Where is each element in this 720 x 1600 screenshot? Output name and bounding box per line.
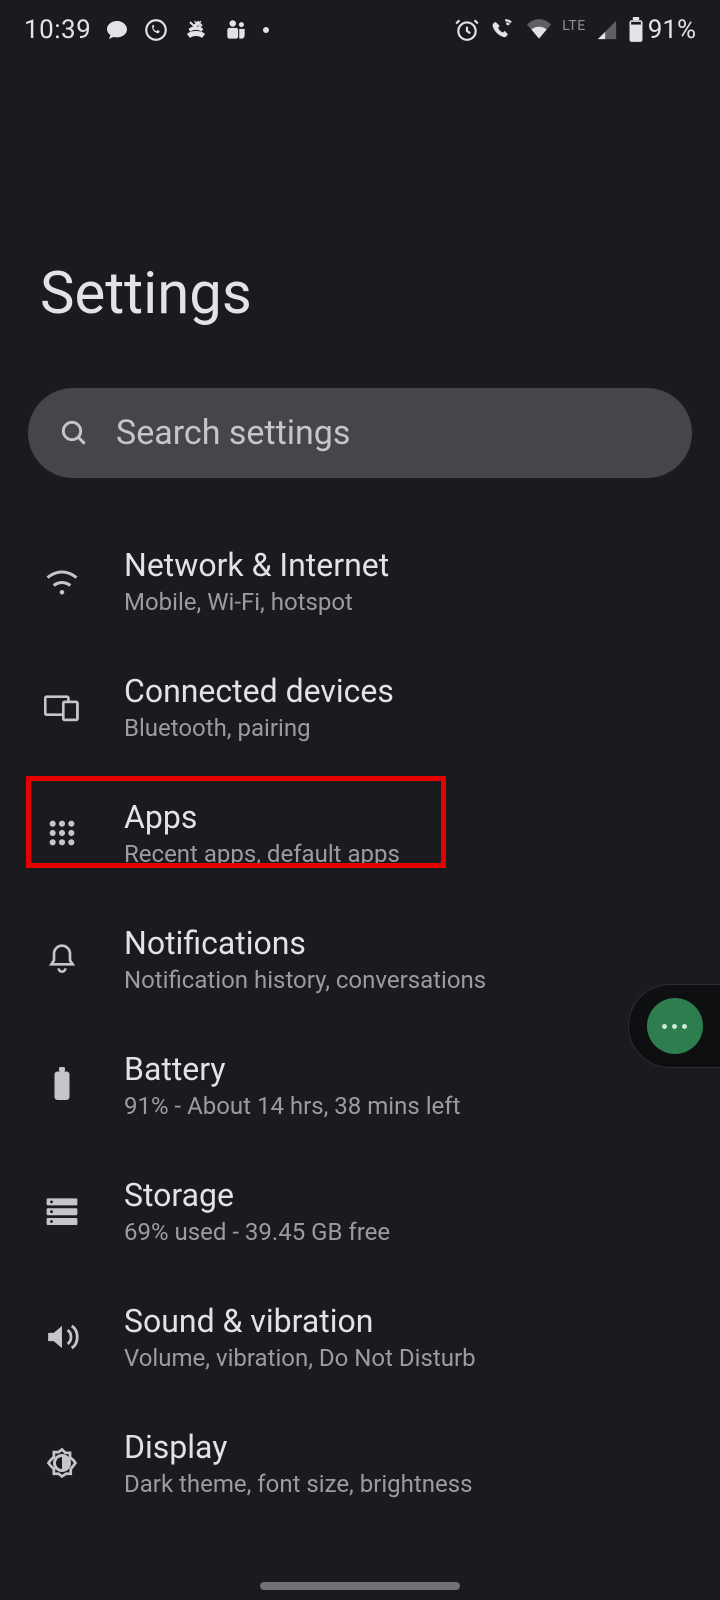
volume-icon	[40, 1321, 84, 1353]
settings-item-apps[interactable]: Apps Recent apps, default apps	[0, 770, 720, 896]
whatsapp-icon	[143, 17, 169, 43]
network-type-label: LTE	[562, 18, 585, 34]
settings-item-network[interactable]: Network & Internet Mobile, Wi-Fi, hotspo…	[0, 518, 720, 644]
battery-icon	[628, 17, 644, 43]
more-icon	[647, 998, 703, 1054]
item-subtitle: Recent apps, default apps	[124, 840, 692, 868]
item-subtitle: Mobile, Wi-Fi, hotspot	[124, 588, 692, 616]
storage-icon	[40, 1197, 84, 1225]
settings-item-sound[interactable]: Sound & vibration Volume, vibration, Do …	[0, 1274, 720, 1400]
settings-item-storage[interactable]: Storage 69% used - 39.45 GB free	[0, 1148, 720, 1274]
edge-assist-button[interactable]	[628, 984, 720, 1068]
wifi-icon	[526, 19, 552, 41]
more-notifications-icon	[263, 27, 269, 33]
search-settings-input[interactable]: Search settings	[28, 388, 692, 478]
battery-text: 91%	[648, 15, 696, 45]
item-subtitle: Notification history, conversations	[124, 966, 692, 994]
chat-icon	[105, 18, 129, 42]
battery-icon	[40, 1067, 84, 1103]
item-subtitle: Bluetooth, pairing	[124, 714, 692, 742]
signal-icon	[596, 19, 618, 41]
missed-call-icon	[183, 17, 209, 43]
item-title: Notifications	[124, 924, 692, 962]
alarm-icon	[454, 17, 480, 43]
battery-indicator: 91%	[628, 15, 696, 45]
settings-item-notifications[interactable]: Notifications Notification history, conv…	[0, 896, 720, 1022]
settings-item-battery[interactable]: Battery 91% - About 14 hrs, 38 mins left	[0, 1022, 720, 1148]
status-bar: 10:39 LTE	[0, 0, 720, 60]
apps-grid-icon	[40, 817, 84, 849]
settings-item-display[interactable]: Display Dark theme, font size, brightnes…	[0, 1400, 720, 1526]
item-title: Sound & vibration	[124, 1302, 692, 1340]
gesture-nav-handle[interactable]	[260, 1582, 460, 1590]
settings-item-connected-devices[interactable]: Connected devices Bluetooth, pairing	[0, 644, 720, 770]
wifi-icon	[40, 566, 84, 596]
page-title: Settings	[0, 60, 720, 388]
status-left: 10:39	[24, 15, 269, 45]
status-time: 10:39	[24, 15, 91, 45]
brightness-icon	[40, 1445, 84, 1481]
bell-icon	[40, 941, 84, 977]
settings-list: Network & Internet Mobile, Wi-Fi, hotspo…	[0, 518, 720, 1526]
status-right: LTE 91%	[454, 15, 696, 45]
item-title: Network & Internet	[124, 546, 692, 584]
item-subtitle: Volume, vibration, Do Not Disturb	[124, 1344, 692, 1372]
wifi-calling-icon	[490, 17, 516, 43]
search-icon	[58, 417, 90, 449]
item-title: Storage	[124, 1176, 692, 1214]
item-title: Display	[124, 1428, 692, 1466]
item-title: Battery	[124, 1050, 692, 1088]
search-placeholder: Search settings	[116, 413, 350, 453]
item-title: Connected devices	[124, 672, 692, 710]
devices-icon	[40, 692, 84, 722]
item-subtitle: Dark theme, font size, brightness	[124, 1470, 692, 1498]
teams-icon	[223, 17, 249, 43]
item-subtitle: 69% used - 39.45 GB free	[124, 1218, 692, 1246]
item-title: Apps	[124, 798, 692, 836]
item-subtitle: 91% - About 14 hrs, 38 mins left	[124, 1092, 692, 1120]
